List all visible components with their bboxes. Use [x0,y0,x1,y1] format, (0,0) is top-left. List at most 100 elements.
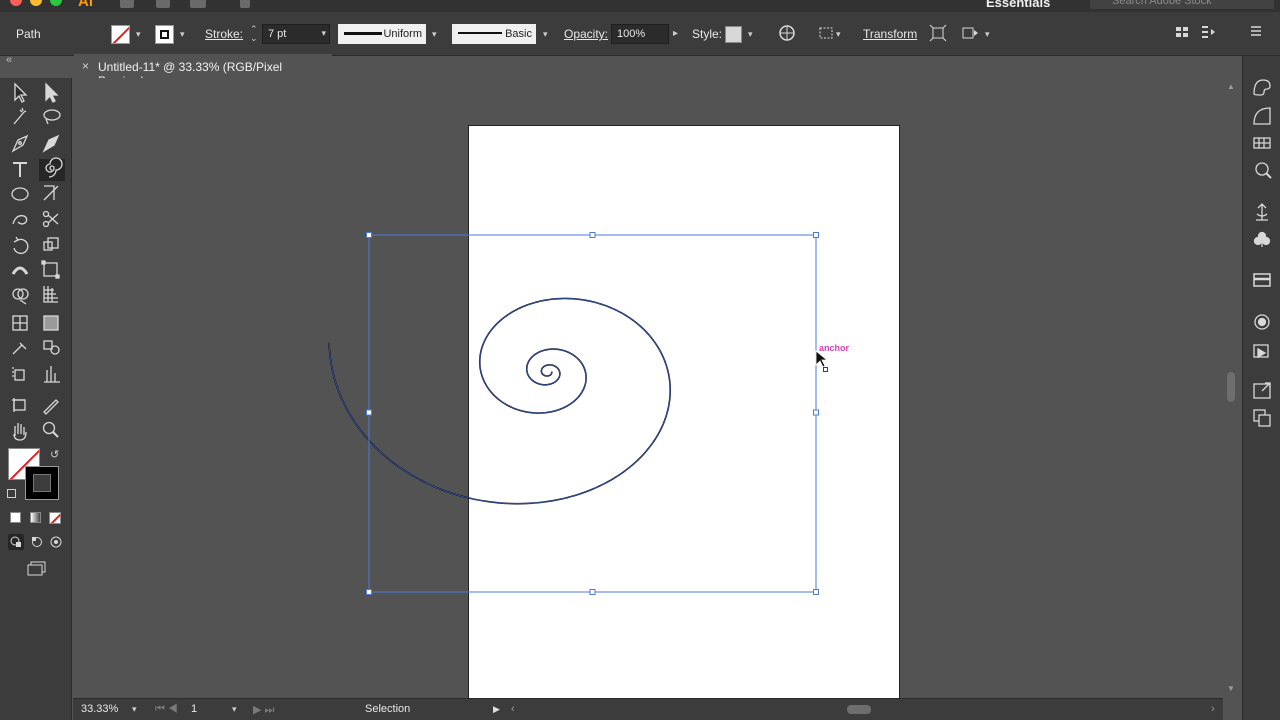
color-panel-icon[interactable] [1253,79,1271,96]
transparency-panel-icon[interactable] [1254,314,1270,330]
status-menu-arrow-icon[interactable]: ▶ [493,704,500,715]
free-transform-tool-icon[interactable] [41,260,60,279]
chevron-down-icon[interactable]: ▾ [985,29,994,39]
paintbrush-tool-icon[interactable] [43,185,59,201]
column-graph-tool-icon[interactable] [44,366,60,383]
zoom-window-button[interactable] [50,0,62,6]
chevron-right-icon[interactable]: ▸ [673,28,682,39]
spiral-path[interactable] [328,297,672,505]
slice-tool-icon[interactable] [43,399,59,415]
align-to-selection-icon[interactable] [816,24,836,44]
direct-selection-tool-icon[interactable] [45,82,59,103]
vertical-scrollbar[interactable]: ▲ ▼ [1223,78,1239,698]
zoom-dropdown-icon[interactable]: ▾ [132,704,137,715]
layers-panel-icon[interactable] [1253,409,1271,427]
color-mode-button[interactable] [10,512,21,523]
swatches-panel-icon[interactable] [1253,137,1271,149]
chevron-down-icon[interactable]: ▾ [180,29,189,39]
next-last-artboard-icon[interactable]: ▶⏭ [253,703,277,717]
gpu-performance-icon[interactable] [240,0,250,8]
scissors-tool-icon[interactable] [42,210,59,228]
gradient-tool-icon[interactable] [43,315,59,331]
handle-top-middle[interactable] [589,232,596,238]
eyedropper-tool-icon[interactable] [12,342,27,355]
bridge-icon[interactable] [120,0,134,8]
graphic-style-swatch[interactable] [725,26,742,43]
artboard-tool-icon[interactable] [12,398,26,412]
chevron-down-icon[interactable]: ▾ [748,29,757,39]
symbol-sprayer-tool-icon[interactable] [12,367,25,381]
width-tool-icon[interactable] [11,266,29,275]
collapse-tools-icon[interactable]: « [6,54,12,66]
arrange-panels-icon[interactable] [1172,24,1192,44]
appearance-panel-icon[interactable] [1253,344,1269,359]
none-mode-button[interactable] [49,512,61,524]
handle-top-right[interactable] [813,232,819,238]
artboard-dropdown-icon[interactable]: ▾ [232,704,237,715]
brushes-panel-icon[interactable] [1256,203,1268,221]
scroll-up-icon[interactable]: ▲ [1227,82,1235,91]
pen-tool-icon[interactable] [11,134,29,153]
perspective-grid-tool-icon[interactable] [43,286,58,303]
recolor-artwork-icon[interactable] [777,24,797,44]
stroke-label[interactable]: Stroke: [205,27,243,41]
zoom-tool-icon[interactable] [42,421,59,438]
handle-top-left[interactable] [366,232,372,238]
panel-menu-icon[interactable] [1246,24,1266,44]
opacity-label[interactable]: Opacity: [564,27,608,41]
handle-bottom-middle[interactable] [589,589,596,595]
symbols-panel-icon[interactable] [1253,231,1271,248]
hand-tool-icon[interactable] [13,423,27,441]
handle-middle-right[interactable] [813,409,819,416]
default-fill-stroke-icon[interactable] [7,489,16,498]
swap-fill-stroke-icon[interactable]: ↺ [50,448,59,461]
cc-libraries-icon[interactable] [1255,162,1272,179]
change-screen-mode-icon[interactable] [26,560,48,576]
shape-builder-tool-icon[interactable] [12,288,29,305]
first-prev-artboard-icon[interactable]: ⏮◀ [155,703,181,716]
type-tool-icon[interactable] [13,162,27,177]
opacity-field[interactable]: 100% [611,24,669,44]
curvature-tool-icon[interactable] [42,134,60,153]
stroke-swatch[interactable] [155,25,174,44]
selection-tool-icon[interactable] [14,82,28,103]
rotate-tool-icon[interactable] [13,236,29,255]
close-document-icon[interactable]: × [82,59,89,73]
export-panel-icon[interactable] [1253,382,1271,399]
ellipse-tool-icon[interactable] [11,187,29,201]
stroke-weight-field[interactable]: 7 pt ▾ [262,24,330,44]
selected-spiral-path[interactable]: anchor [73,78,1223,698]
handle-bottom-left[interactable] [366,589,372,595]
lasso-tool-icon[interactable] [43,109,61,125]
zoom-level-field[interactable]: 33.33% [81,703,118,715]
gradient-mode-button[interactable] [30,512,41,523]
draw-behind-icon[interactable] [29,534,45,550]
stroke-stepper-icon[interactable]: ⌃ ⌄ [250,25,259,43]
chevron-down-icon[interactable]: ▾ [836,29,845,39]
chevron-down-icon[interactable]: ▾ [543,29,552,39]
toggle-panels-icon[interactable] [1198,24,1218,44]
chevron-down-icon[interactable]: ▾ [136,29,145,39]
document-tab[interactable]: × Untitled-11* @ 33.33% (RGB/Pixel Previ… [74,54,332,88]
arrange-documents-icon[interactable] [190,0,206,8]
scale-tool-icon[interactable] [43,237,59,251]
stock-icon[interactable] [156,0,170,8]
artboard-number-field[interactable]: 1 [191,703,197,715]
handle-middle-left[interactable] [366,409,372,416]
mesh-tool-icon[interactable] [12,315,28,331]
stroke-panel-icon[interactable] [1253,273,1271,287]
workspace-switcher[interactable]: Essentials [986,0,1050,10]
draw-normal-icon[interactable] [8,534,24,550]
blend-tool-icon[interactable] [43,340,60,355]
fill-none-swatch[interactable] [111,25,130,44]
shaper-tool-icon[interactable] [12,215,28,225]
color-guide-icon[interactable] [1253,107,1271,125]
brush-definition[interactable]: Basic [452,24,536,44]
puppet-warp-icon[interactable] [960,24,980,44]
chevron-down-icon[interactable]: ▾ [432,29,441,39]
minimize-window-button[interactable] [30,0,42,6]
scroll-right-icon[interactable]: › [1211,703,1215,715]
handle-bottom-right[interactable] [813,589,819,595]
draw-inside-icon[interactable] [48,534,64,550]
horizontal-scroll-thumb[interactable] [847,705,871,714]
